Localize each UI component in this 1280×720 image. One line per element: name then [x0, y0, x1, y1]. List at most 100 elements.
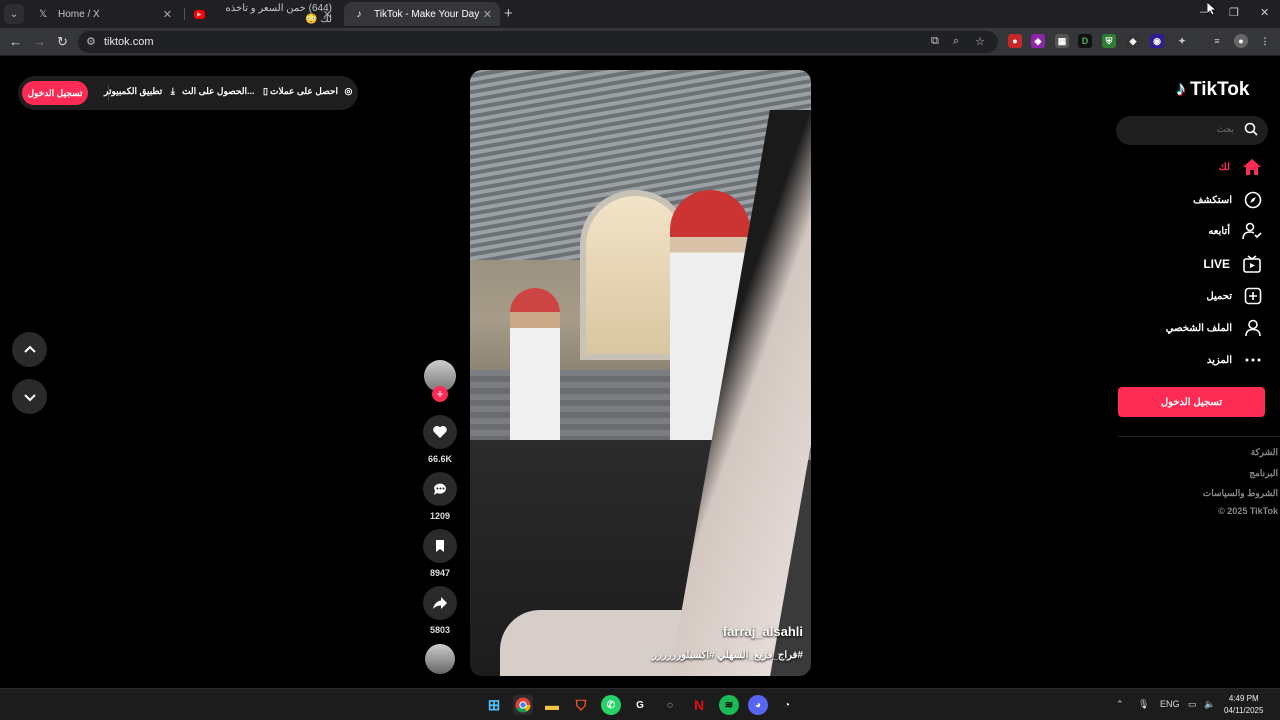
reload-icon[interactable]: ↻ [57, 34, 68, 50]
video-caption[interactable]: #فراج_فزيع_السهلي #اكسبلورررررر [652, 650, 803, 661]
microphone-icon[interactable]: 🎙 [1138, 699, 1149, 710]
sidebar-item-upload[interactable]: تحميل [1206, 285, 1262, 307]
extension-icon[interactable]: ⛨ [1102, 34, 1116, 48]
install-app-icon[interactable]: ⧉ [931, 35, 939, 48]
x-logo-icon: 𝕏 [38, 8, 48, 20]
mouse-cursor-icon [1207, 2, 1217, 16]
extension-icon[interactable]: ◉ [1150, 34, 1164, 48]
get-coins-link[interactable]: احصل على عملات ◎ [270, 86, 352, 97]
tiktok-icon: ♪ [356, 8, 362, 20]
language-indicator[interactable]: ENG [1160, 699, 1180, 709]
discord-icon[interactable]: ◕ [748, 695, 768, 715]
sidebar-item-explore[interactable]: استكشف [1193, 189, 1262, 211]
get-app-link[interactable]: الحصول على الت... ▯ [182, 86, 268, 97]
footer-program-link[interactable]: البرنامج [1249, 468, 1278, 479]
save-button[interactable] [423, 529, 457, 563]
sidebar-item-profile[interactable]: الملف الشخصي [1166, 317, 1262, 339]
search-input[interactable]: بحث [1116, 116, 1268, 145]
extension-icon[interactable]: ▦ [1055, 34, 1069, 48]
chrome-icon[interactable] [513, 695, 533, 715]
restore-icon[interactable]: ❐ [1229, 6, 1239, 19]
forward-icon[interactable]: → [33, 34, 46, 49]
app-g-icon[interactable]: G [630, 695, 650, 715]
site-info-icon[interactable]: ⚙ [86, 35, 96, 48]
sidebar-item-for-you[interactable]: لك [1219, 156, 1262, 178]
extension-icon[interactable]: ● [1008, 34, 1022, 48]
brave-icon[interactable]: ⛉ [571, 695, 591, 715]
tab-tiktok[interactable]: ♪ TikTok - Make Your Day ✕ [344, 2, 500, 26]
app-loader-icon[interactable]: ◌ [660, 695, 680, 715]
windows-start-icon[interactable]: ⊞ [484, 695, 504, 715]
share-button[interactable] [423, 586, 457, 620]
new-tab-button[interactable]: + [504, 5, 513, 22]
previous-video-button[interactable] [12, 332, 47, 367]
close-icon[interactable]: ✕ [163, 8, 172, 21]
heart-icon [433, 426, 447, 438]
tiktok-logo[interactable]: ♪ TikTok [1176, 78, 1249, 101]
chevron-down-icon [23, 393, 36, 401]
next-video-button[interactable] [12, 379, 47, 414]
volume-icon[interactable]: 🔈 [1204, 699, 1215, 710]
netflix-icon[interactable]: N [689, 695, 709, 715]
sidebar-item-label: المزيد [1206, 354, 1232, 366]
get-coins-label: احصل على عملات [270, 86, 338, 96]
video-author[interactable]: farraj_alsahli [723, 624, 803, 639]
home-icon [1243, 159, 1261, 175]
close-window-icon[interactable]: ✕ [1260, 6, 1269, 19]
extension-icon[interactable]: ◈ [1126, 34, 1140, 48]
tray-expand-icon[interactable]: ⌃ [1116, 699, 1124, 710]
coin-icon: ◎ [344, 86, 353, 96]
clock-time: 4:49 PM [1228, 694, 1259, 703]
extension-icon[interactable]: D [1078, 34, 1092, 48]
sidebar-login-button[interactable]: تسجيل الدخول [1118, 387, 1265, 417]
comment-count: 1209 [429, 511, 451, 521]
like-button[interactable] [423, 415, 457, 449]
chevron-up-icon [23, 345, 36, 353]
top-login-button[interactable]: تسجيل الدخول [22, 81, 88, 105]
tiktok-page: تسجيل الدخول تطبيق الكمبيوتر ⤓ الحصول عل… [0, 56, 1280, 688]
phone-icon: ▯ [263, 86, 268, 96]
bookmark-star-icon[interactable]: ☆ [975, 35, 985, 48]
bookmark-icon [436, 540, 444, 552]
sidebar-item-live[interactable]: LIVE [1203, 253, 1262, 275]
app-clock-icon[interactable]: ◔ [777, 695, 797, 715]
upload-plus-icon [1244, 287, 1262, 305]
share-arrow-icon [433, 597, 447, 609]
footer-company-link[interactable]: الشركة [1251, 447, 1278, 458]
desktop-app-link[interactable]: تطبيق الكمبيوتر ⤓ [104, 86, 175, 97]
comment-button[interactable] [423, 472, 457, 506]
browser-menu-icon[interactable]: ⋮ [1258, 34, 1272, 48]
url-text[interactable]: tiktok.com [104, 36, 154, 48]
media-control-icon[interactable]: ≡ [1210, 34, 1224, 48]
sidebar-item-following[interactable]: أتابعه [1208, 220, 1262, 242]
video-frame [510, 288, 560, 448]
tab-home-x[interactable]: 𝕏 Home / X ✕ [28, 2, 180, 26]
footer-terms-link[interactable]: الشروط والسياسات [1203, 488, 1278, 499]
taskbar: ⊞ ▬ ⛉ ✆ G ◌ N ≋ ◕ ◔ ⌃ 🎙 ENG ▭ 🔈 4:49 PM … [0, 688, 1280, 720]
youtube-icon: ▶ [194, 9, 205, 19]
system-clock[interactable]: 4:49 PM 04/11/2025 [1224, 693, 1263, 717]
network-icon[interactable]: ▭ [1188, 699, 1197, 710]
video-player[interactable]: farraj_alsahli #فراج_فزيع_السهلي #اكسبلو… [470, 70, 811, 676]
extensions-puzzle-icon[interactable]: ✦ [1175, 34, 1189, 48]
close-icon[interactable]: ✕ [323, 8, 332, 21]
following-icon [1242, 222, 1262, 240]
address-bar[interactable]: ⚙ tiktok.com ⧉ ⌕ ☆ [78, 31, 998, 53]
share-count: 5803 [429, 625, 451, 635]
search-icon[interactable] [1244, 122, 1258, 136]
sidebar-item-more[interactable]: المزيد [1207, 349, 1262, 371]
back-icon[interactable]: ← [9, 34, 22, 49]
profile-avatar-icon[interactable]: ● [1234, 34, 1248, 48]
more-dots-icon [1245, 358, 1261, 362]
spotify-icon[interactable]: ≋ [719, 695, 739, 715]
whatsapp-icon[interactable]: ✆ [601, 695, 621, 715]
file-explorer-icon[interactable]: ▬ [542, 695, 562, 715]
tab-youtube[interactable]: ▶ (644) خمن السعر و تاخذه لك 😳 ✕ [186, 2, 340, 26]
sidebar-item-label: الملف الشخصي [1165, 322, 1232, 334]
extension-icon[interactable]: ◆ [1031, 34, 1045, 48]
tab-search-button[interactable]: ⌄ [4, 4, 24, 24]
zoom-icon[interactable]: ⌕ [953, 35, 959, 48]
follow-plus-icon[interactable]: + [432, 386, 448, 402]
music-disc-avatar[interactable] [425, 644, 455, 674]
close-icon[interactable]: ✕ [483, 8, 492, 21]
